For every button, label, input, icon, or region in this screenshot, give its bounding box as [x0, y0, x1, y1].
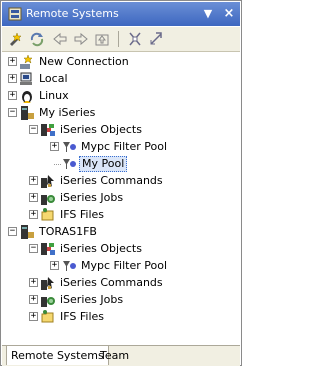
remote-systems-tree: + New Connection + Local + Linux − My iSeries − i…	[2, 52, 240, 344]
tree-item[interactable]: + iSeries Commands	[2, 275, 240, 291]
tree-item[interactable]: + Linux	[2, 88, 240, 104]
view-title: Remote Systems	[26, 7, 119, 20]
tree-item[interactable]: + New Connection	[2, 54, 240, 70]
iseries-jobs-icon	[40, 190, 56, 206]
ifs-files-icon	[40, 207, 56, 223]
tree-item-label[interactable]: iSeries Commands	[58, 174, 165, 188]
tree-item[interactable]: − My iSeries	[2, 105, 240, 121]
tree-item[interactable]: + Mypc Filter Pool	[2, 139, 240, 155]
tree-item-label[interactable]: IFS Files	[58, 310, 106, 324]
new-connection-icon	[19, 54, 35, 70]
tree-item-label[interactable]: Mypc Filter Pool	[79, 259, 169, 273]
expand-icon[interactable]: +	[29, 278, 38, 287]
tree-item-label[interactable]: iSeries Jobs	[58, 293, 125, 307]
tree-item-label[interactable]: iSeries Objects	[58, 123, 144, 137]
tree-item[interactable]: + IFS Files	[2, 309, 240, 325]
tree-item-label[interactable]: My Pool	[79, 156, 128, 172]
tab-team[interactable]: Team	[96, 346, 133, 365]
tree-item-label[interactable]: iSeries Objects	[58, 242, 144, 256]
ifs-files-icon	[40, 309, 56, 325]
expand-icon[interactable]: +	[29, 176, 38, 185]
tree-item-label[interactable]: iSeries Commands	[58, 276, 165, 290]
view-toolbar	[2, 27, 240, 52]
tree-item[interactable]: + iSeries Jobs	[2, 190, 240, 206]
expand-icon[interactable]: +	[29, 312, 38, 321]
tree-item-label[interactable]: TORAS1FB	[37, 225, 99, 239]
expand-icon[interactable]: +	[50, 261, 59, 270]
tree-item-label[interactable]: My iSeries	[37, 106, 97, 120]
expand-icon[interactable]: +	[29, 210, 38, 219]
iseries-objects-icon	[40, 241, 56, 257]
iseries-objects-icon	[40, 122, 56, 138]
collapse-all-icon[interactable]	[127, 31, 143, 47]
iseries-commands-icon	[40, 173, 56, 189]
filter-pool-icon	[61, 156, 77, 172]
iseries-system-icon	[19, 105, 35, 121]
tree-item[interactable]: + IFS Files	[2, 207, 240, 223]
collapse-icon[interactable]: −	[29, 244, 38, 253]
tree-item[interactable]: − iSeries Objects	[2, 241, 240, 257]
tree-item-label[interactable]: iSeries Jobs	[58, 191, 125, 205]
view-title-bar: Remote Systems ▼ ×	[2, 2, 240, 26]
expand-icon[interactable]: +	[50, 142, 59, 151]
refresh-icon[interactable]	[29, 31, 45, 47]
collapse-icon[interactable]: −	[29, 125, 38, 134]
new-connection-icon[interactable]	[8, 31, 24, 47]
iseries-commands-icon	[40, 275, 56, 291]
tree-item-label[interactable]: IFS Files	[58, 208, 106, 222]
forward-icon[interactable]	[73, 31, 89, 47]
tree-item[interactable]: − iSeries Objects	[2, 122, 240, 138]
filter-pool-icon	[61, 139, 77, 155]
tree-item[interactable]: + Mypc Filter Pool	[2, 258, 240, 274]
collapse-icon[interactable]: −	[8, 227, 17, 236]
link-with-editor-icon[interactable]	[148, 31, 164, 47]
tree-item[interactable]: − TORAS1FB	[2, 224, 240, 240]
local-system-icon	[19, 71, 35, 87]
collapse-icon[interactable]: −	[8, 108, 17, 117]
iseries-jobs-icon	[40, 292, 56, 308]
tree-item-label[interactable]: New Connection	[37, 55, 131, 69]
view-menu-button[interactable]: ▼	[200, 6, 216, 22]
close-view-button[interactable]: ×	[221, 6, 237, 22]
tree-item[interactable]: + Local	[2, 71, 240, 87]
tree-item-label[interactable]: Linux	[37, 89, 71, 103]
tree-item[interactable]: + iSeries Commands	[2, 173, 240, 189]
linux-icon	[19, 88, 35, 104]
expand-icon[interactable]: +	[8, 91, 17, 100]
expand-icon[interactable]: +	[8, 57, 17, 66]
up-icon[interactable]	[94, 31, 110, 47]
iseries-system-icon	[19, 224, 35, 240]
tree-item[interactable]: My Pool	[2, 156, 240, 172]
remote-systems-view: Remote Systems ▼ × + New Connection + Local…	[0, 0, 242, 366]
tree-item-label[interactable]: Local	[37, 72, 70, 86]
expand-icon[interactable]: +	[29, 295, 38, 304]
remote-systems-view-icon	[8, 7, 22, 21]
expand-icon[interactable]: +	[8, 74, 17, 83]
tree-item-label[interactable]: Mypc Filter Pool	[79, 140, 169, 154]
tab-remote-systems[interactable]: Remote Systems	[6, 346, 109, 365]
view-tab-bar: Remote Systems Team	[2, 345, 240, 366]
tree-item[interactable]: + iSeries Jobs	[2, 292, 240, 308]
toolbar-separator	[118, 31, 119, 47]
back-icon[interactable]	[52, 31, 68, 47]
expand-icon[interactable]: +	[29, 193, 38, 202]
filter-pool-icon	[61, 258, 77, 274]
